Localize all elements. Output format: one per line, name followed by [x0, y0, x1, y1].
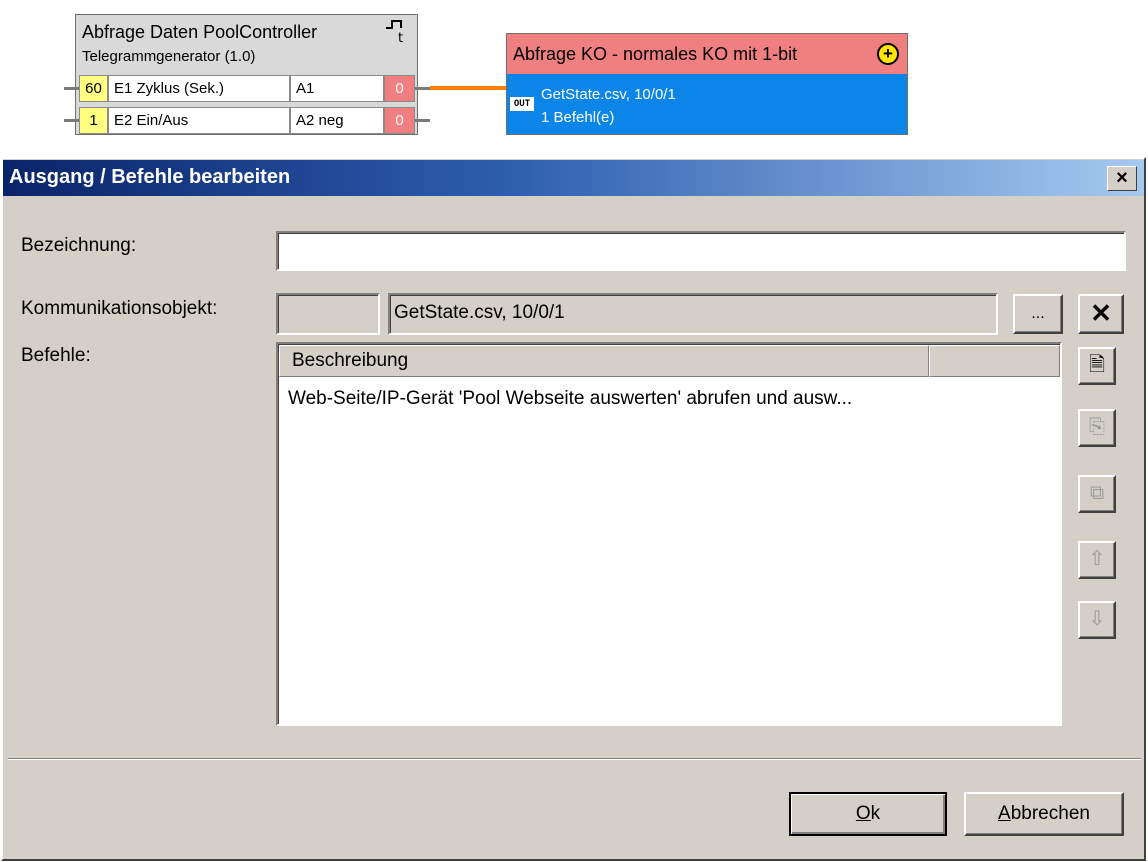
- delete-icon: ✕: [1090, 298, 1112, 328]
- ok-label: k: [870, 803, 881, 824]
- bezeichnung-field[interactable]: [276, 231, 1126, 271]
- list-item[interactable]: Web-Seite/IP-Gerät 'Pool Webseite auswer…: [288, 388, 852, 410]
- input-label: E1 Zyklus (Sek.): [108, 75, 290, 102]
- output-pin[interactable]: [415, 87, 430, 90]
- output-value: 0: [384, 75, 415, 102]
- cancel-mnemonic: A: [998, 803, 1011, 824]
- output-label: A2 neg: [290, 107, 384, 134]
- logic-block-subtitle: Telegrammgenerator (1.0): [82, 48, 256, 65]
- new-command-button[interactable]: 🗎: [1078, 347, 1116, 385]
- komm-id-field[interactable]: [276, 293, 380, 335]
- ko-node-address: GetState.csv, 10/0/1: [541, 86, 676, 103]
- svg-text:t: t: [398, 31, 403, 44]
- remove-object-button[interactable]: ✕: [1078, 294, 1124, 334]
- browse-button[interactable]: ...: [1013, 294, 1063, 334]
- close-button[interactable]: ×: [1107, 166, 1137, 191]
- logic-block-title: Abfrage Daten PoolController: [82, 22, 318, 42]
- komm-object-field[interactable]: GetState.csv, 10/0/1: [388, 293, 998, 335]
- cancel-label: bbrechen: [1010, 803, 1090, 824]
- connection-wire[interactable]: [430, 86, 506, 90]
- ok-mnemonic: O: [855, 803, 871, 824]
- add-icon[interactable]: +: [877, 43, 899, 65]
- copy-command-button[interactable]: ⧉: [1078, 475, 1116, 513]
- new-document-icon: 🗎: [1088, 354, 1106, 376]
- column-header-beschreibung[interactable]: Beschreibung: [279, 345, 929, 377]
- input-label: E2 Ein/Aus: [108, 107, 290, 134]
- input-value[interactable]: 1: [79, 107, 108, 134]
- edit-command-button[interactable]: ⎘: [1078, 409, 1116, 447]
- ko-node-command-count: 1 Befehl(e): [541, 109, 615, 126]
- move-up-button[interactable]: ⇧: [1078, 541, 1116, 579]
- cancel-button[interactable]: Abbrechen: [964, 792, 1124, 836]
- output-pin[interactable]: [415, 119, 430, 122]
- column-header-extra[interactable]: [929, 345, 1060, 377]
- arrow-up-icon: ⇧: [1088, 548, 1106, 570]
- bezeichnung-label: Bezeichnung:: [21, 235, 137, 256]
- befehle-label: Befehle:: [21, 345, 91, 366]
- ko-node-title: Abfrage KO - normales KO mit 1-bit: [507, 34, 907, 74]
- dialog-title: Ausgang / Befehle bearbeiten: [9, 166, 291, 188]
- input-pin[interactable]: [64, 119, 79, 122]
- edit-document-icon: ⎘: [1089, 416, 1105, 438]
- komm-label: Kommunikationsobjekt:: [21, 298, 218, 319]
- out-tag-icon: OUT: [510, 97, 534, 111]
- move-down-button[interactable]: ⇩: [1078, 601, 1116, 639]
- input-value[interactable]: 60: [79, 75, 108, 102]
- output-label: A1: [290, 75, 384, 102]
- output-value: 0: [384, 107, 415, 134]
- arrow-down-icon: ⇩: [1088, 608, 1106, 630]
- ok-button[interactable]: Ok: [789, 792, 947, 836]
- separator-highlight: [8, 759, 1141, 760]
- input-pin[interactable]: [64, 87, 79, 90]
- trigger-pulse-icon: t: [386, 20, 403, 44]
- copy-document-icon: ⧉: [1089, 482, 1105, 504]
